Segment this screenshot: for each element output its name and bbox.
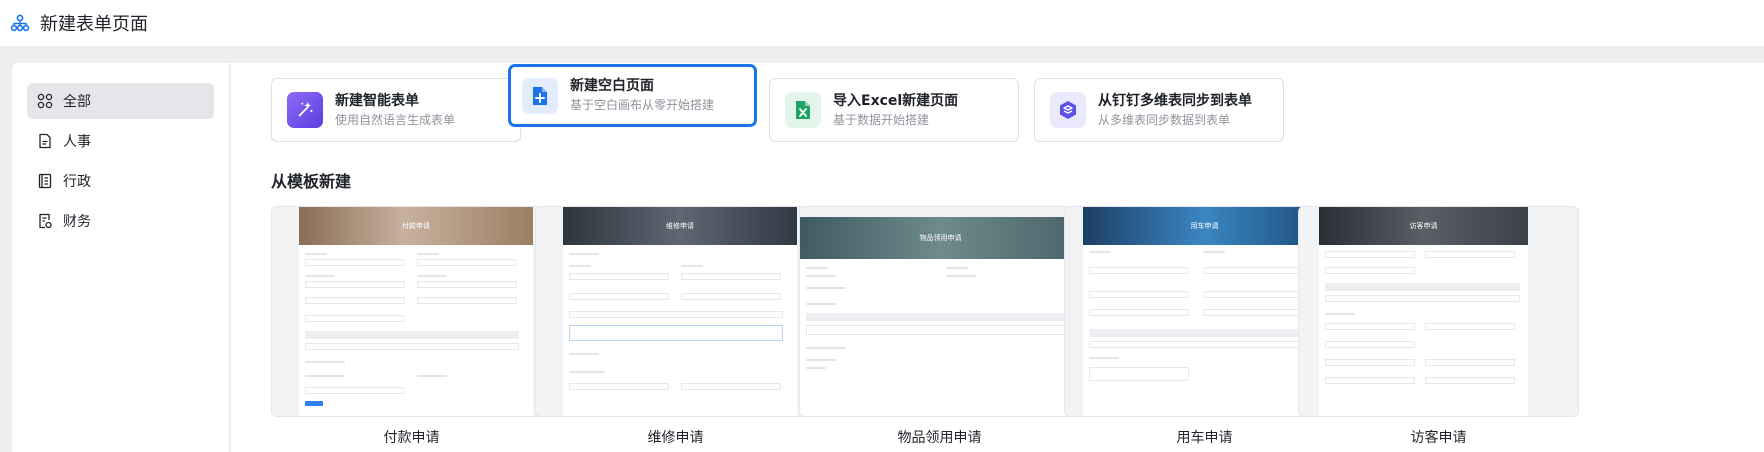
template-thumbnail: 物品领用申请 xyxy=(799,206,1080,417)
option-title: 从钉钉多维表同步到表单 xyxy=(1098,92,1252,109)
template-card[interactable]: 维修申请 维修申请 xyxy=(535,206,816,447)
sidebar-item-admin[interactable]: 行政 xyxy=(27,163,214,199)
option-title: 导入Excel新建页面 xyxy=(833,92,959,109)
template-name: 维修申请 xyxy=(647,430,704,446)
templates-section-title: 从模板新建 xyxy=(271,172,352,191)
option-subtitle: 从多维表同步数据到表单 xyxy=(1098,112,1231,127)
multi-table-sync-icon xyxy=(1050,92,1086,128)
sidebar-item-label: 行政 xyxy=(63,174,91,190)
template-name: 访客申请 xyxy=(1410,430,1467,446)
main-panel: 新建智能表单 使用自然语言生成表单 新建空白页面 基于空白画布从零开始搭建 导入… xyxy=(231,63,1764,452)
category-sidebar: 全部 人事 行政 财务 xyxy=(12,63,230,452)
magic-wand-icon xyxy=(287,92,323,128)
sidebar-item-label: 财务 xyxy=(63,214,91,230)
template-banner: 物品领用申请 xyxy=(800,217,1079,259)
document-icon xyxy=(37,133,53,149)
excel-icon xyxy=(785,92,821,128)
sync-multi-table-card[interactable]: 从钉钉多维表同步到表单 从多维表同步数据到表单 xyxy=(1034,78,1284,142)
page-title: 新建表单页面 xyxy=(40,14,148,35)
import-excel-card[interactable]: 导入Excel新建页面 基于数据开始搭建 xyxy=(769,78,1019,142)
option-subtitle: 使用自然语言生成表单 xyxy=(335,112,456,127)
template-banner: 访客申请 xyxy=(1319,207,1528,245)
template-thumbnail: 维修申请 xyxy=(535,206,816,417)
org-chart-icon xyxy=(10,14,30,32)
template-thumbnail: 访客申请 xyxy=(1298,206,1579,417)
template-banner: 付款申请 xyxy=(299,207,533,245)
blank-page-plus-icon xyxy=(522,77,558,114)
create-smart-form-card[interactable]: 新建智能表单 使用自然语言生成表单 xyxy=(271,78,521,142)
template-card[interactable]: 付款申请 付款申请 xyxy=(271,206,552,447)
template-thumbnail: 付款申请 xyxy=(271,206,552,417)
option-title: 新建空白页面 xyxy=(570,78,654,94)
template-name: 物品领用申请 xyxy=(897,430,982,446)
sidebar-item-label: 人事 xyxy=(63,134,91,150)
grid-icon xyxy=(37,93,53,109)
sidebar-item-finance[interactable]: 财务 xyxy=(27,203,214,239)
template-card[interactable]: 物品领用申请 物品领用申请 xyxy=(799,206,1080,447)
book-icon xyxy=(37,173,53,189)
sidebar-item-label: 全部 xyxy=(63,94,91,110)
sidebar-item-all[interactable]: 全部 xyxy=(27,83,214,119)
option-subtitle: 基于数据开始搭建 xyxy=(833,112,930,127)
top-bar: 新建表单页面 xyxy=(0,0,1764,46)
finance-doc-icon xyxy=(37,213,53,229)
template-banner: 维修申请 xyxy=(563,207,797,245)
template-name: 付款申请 xyxy=(383,430,440,446)
template-banner: 用车申请 xyxy=(1083,207,1326,245)
option-subtitle: 基于空白画布从零开始搭建 xyxy=(570,98,715,112)
create-blank-page-card[interactable]: 新建空白页面 基于空白画布从零开始搭建 xyxy=(508,64,757,127)
template-card[interactable]: 访客申请 访客申请 xyxy=(1298,206,1579,447)
option-title: 新建智能表单 xyxy=(335,92,419,109)
sidebar-item-hr[interactable]: 人事 xyxy=(27,123,214,159)
